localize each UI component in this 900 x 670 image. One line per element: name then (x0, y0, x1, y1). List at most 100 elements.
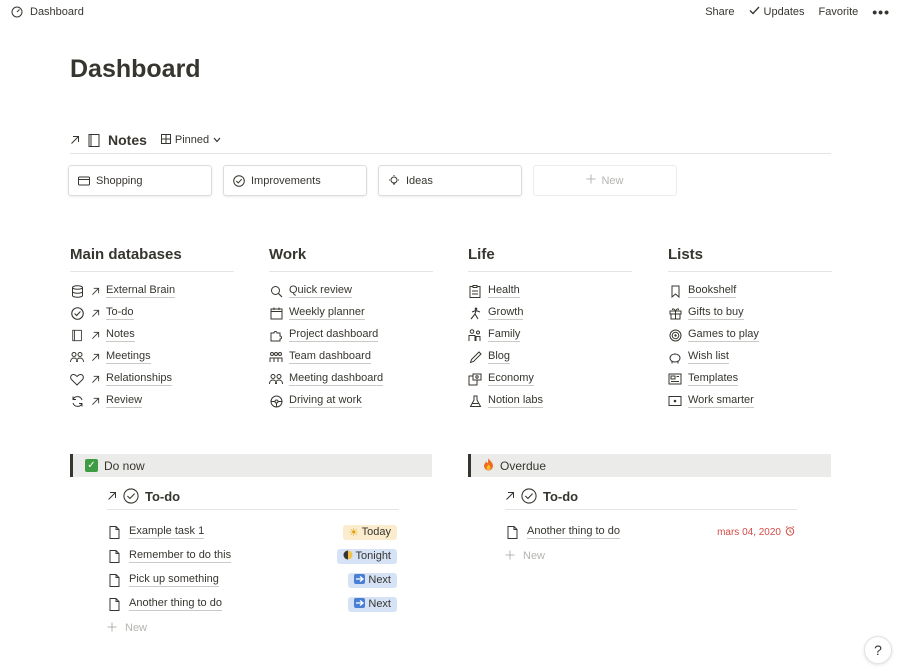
new-task-button[interactable]: New (505, 544, 795, 568)
book-icon (86, 132, 102, 148)
link-label: Quick review (289, 284, 352, 298)
overdue-task-list: Another thing to do mars 04, 2020 New (505, 520, 795, 568)
overdue-to-do-heading[interactable]: To-do (505, 483, 797, 510)
task-name: Remember to do this (129, 549, 232, 563)
help-button[interactable]: ? (864, 636, 892, 664)
task-row[interactable]: Another thing to do mars 04, 2020 (505, 520, 795, 544)
link-arrow-icon (90, 352, 100, 362)
link-label: To-do (106, 306, 134, 320)
pencil-icon (468, 350, 482, 364)
magnifier-icon (269, 284, 283, 298)
sun-icon: ☀ (348, 526, 359, 539)
link-label: Project dashboard (289, 328, 379, 342)
link-health[interactable]: Health (468, 280, 632, 302)
chevron-down-icon (213, 134, 221, 146)
task-row[interactable]: Another thing to do Next (107, 592, 397, 616)
link-templates[interactable]: Templates (668, 368, 832, 390)
link-meetings[interactable]: Meetings (70, 346, 234, 368)
plus-icon (586, 174, 596, 187)
plus-icon (505, 550, 515, 563)
top-bar: Dashboard Share Updates Favorite ••• (0, 0, 900, 26)
link-driving-at-work[interactable]: Driving at work (269, 390, 433, 412)
book-icon (70, 328, 84, 342)
link-team-dashboard[interactable]: Team dashboard (269, 346, 433, 368)
page-icon (505, 525, 519, 539)
link-label: Bookshelf (688, 284, 737, 298)
link-meeting-dashboard[interactable]: Meeting dashboard (269, 368, 433, 390)
view-selector[interactable]: Pinned (160, 133, 221, 147)
figure-icon (468, 306, 482, 320)
link-label: Blog (488, 350, 511, 364)
column-life: Life Health Growth Family Blog Economy N… (468, 246, 632, 412)
new-task-label: New (125, 622, 148, 634)
link-label: Meeting dashboard (289, 372, 384, 386)
credit-card-icon (77, 174, 91, 188)
link-growth[interactable]: Growth (468, 302, 632, 324)
task-row[interactable]: Example task 1 ☀ Today (107, 520, 397, 544)
updates-button[interactable]: Updates (749, 6, 805, 18)
to-do-heading[interactable]: To-do (107, 483, 399, 510)
favorite-button[interactable]: Favorite (819, 6, 859, 18)
link-label: Relationships (106, 372, 173, 386)
link-blog[interactable]: Blog (468, 346, 632, 368)
link-games-to-play[interactable]: Games to play (668, 324, 832, 346)
link-label: Gifts to buy (688, 306, 744, 320)
column-heading: Lists (668, 246, 832, 272)
link-to-do[interactable]: To-do (70, 302, 234, 324)
new-task-button[interactable]: New (107, 616, 397, 640)
task-name: Another thing to do (527, 525, 620, 539)
link-family[interactable]: Family (468, 324, 632, 346)
share-button[interactable]: Share (705, 6, 734, 18)
link-label: Work smarter (688, 394, 754, 408)
task-row[interactable]: Pick up something Next (107, 568, 397, 592)
link-arrow-icon (70, 135, 80, 145)
link-economy[interactable]: Economy (468, 368, 632, 390)
task-name: Example task 1 (129, 525, 205, 539)
alarm-clock-icon (785, 525, 795, 539)
notes-header: Notes Pinned (70, 127, 831, 154)
column-lists: Lists Bookshelf Gifts to buy Games to pl… (668, 246, 832, 412)
column-work: Work Quick review Weekly planner Project… (269, 246, 433, 412)
screen-icon (668, 394, 682, 408)
link-quick-review[interactable]: Quick review (269, 280, 433, 302)
breadcrumb[interactable]: Dashboard (10, 5, 84, 19)
link-label: Review (106, 394, 143, 408)
flask-icon (468, 394, 482, 408)
tag-label: Tonight (355, 550, 391, 562)
fire-icon (483, 458, 494, 474)
note-card-ideas[interactable]: Ideas (378, 165, 522, 196)
more-options-button[interactable]: ••• (872, 5, 890, 19)
check-mark-icon: ✓ (85, 459, 98, 472)
task-row[interactable]: Remember to do this Tonight (107, 544, 397, 568)
new-task-label: New (523, 550, 546, 562)
check-circle-icon (521, 488, 537, 504)
database-icon (70, 284, 84, 298)
notes-title[interactable]: Notes (108, 132, 147, 148)
link-relationships[interactable]: Relationships (70, 368, 234, 390)
note-card-shopping[interactable]: Shopping (68, 165, 212, 196)
link-work-smarter[interactable]: Work smarter (668, 390, 832, 412)
new-note-button[interactable]: New (533, 165, 677, 196)
check-circle-icon (123, 488, 139, 504)
link-label: External Brain (106, 284, 176, 298)
refresh-icon (70, 394, 84, 408)
right-arrow-icon (354, 597, 366, 611)
link-weekly-planner[interactable]: Weekly planner (269, 302, 433, 324)
page-icon (107, 597, 121, 611)
note-card-improvements[interactable]: Improvements (223, 165, 367, 196)
clipboard-icon (468, 284, 482, 298)
link-gifts-to-buy[interactable]: Gifts to buy (668, 302, 832, 324)
target-icon (668, 328, 682, 342)
new-note-label: New (601, 174, 624, 187)
page-icon (107, 525, 121, 539)
link-project-dashboard[interactable]: Project dashboard (269, 324, 433, 346)
link-external-brain[interactable]: External Brain (70, 280, 234, 302)
link-bookshelf[interactable]: Bookshelf (668, 280, 832, 302)
task-name: Pick up something (129, 573, 219, 587)
check-circle-icon (232, 174, 246, 188)
link-notion-labs[interactable]: Notion labs (468, 390, 632, 412)
link-review[interactable]: Review (70, 390, 234, 412)
link-wish-list[interactable]: Wish list (668, 346, 832, 368)
link-notes[interactable]: Notes (70, 324, 234, 346)
column-heading: Life (468, 246, 632, 272)
